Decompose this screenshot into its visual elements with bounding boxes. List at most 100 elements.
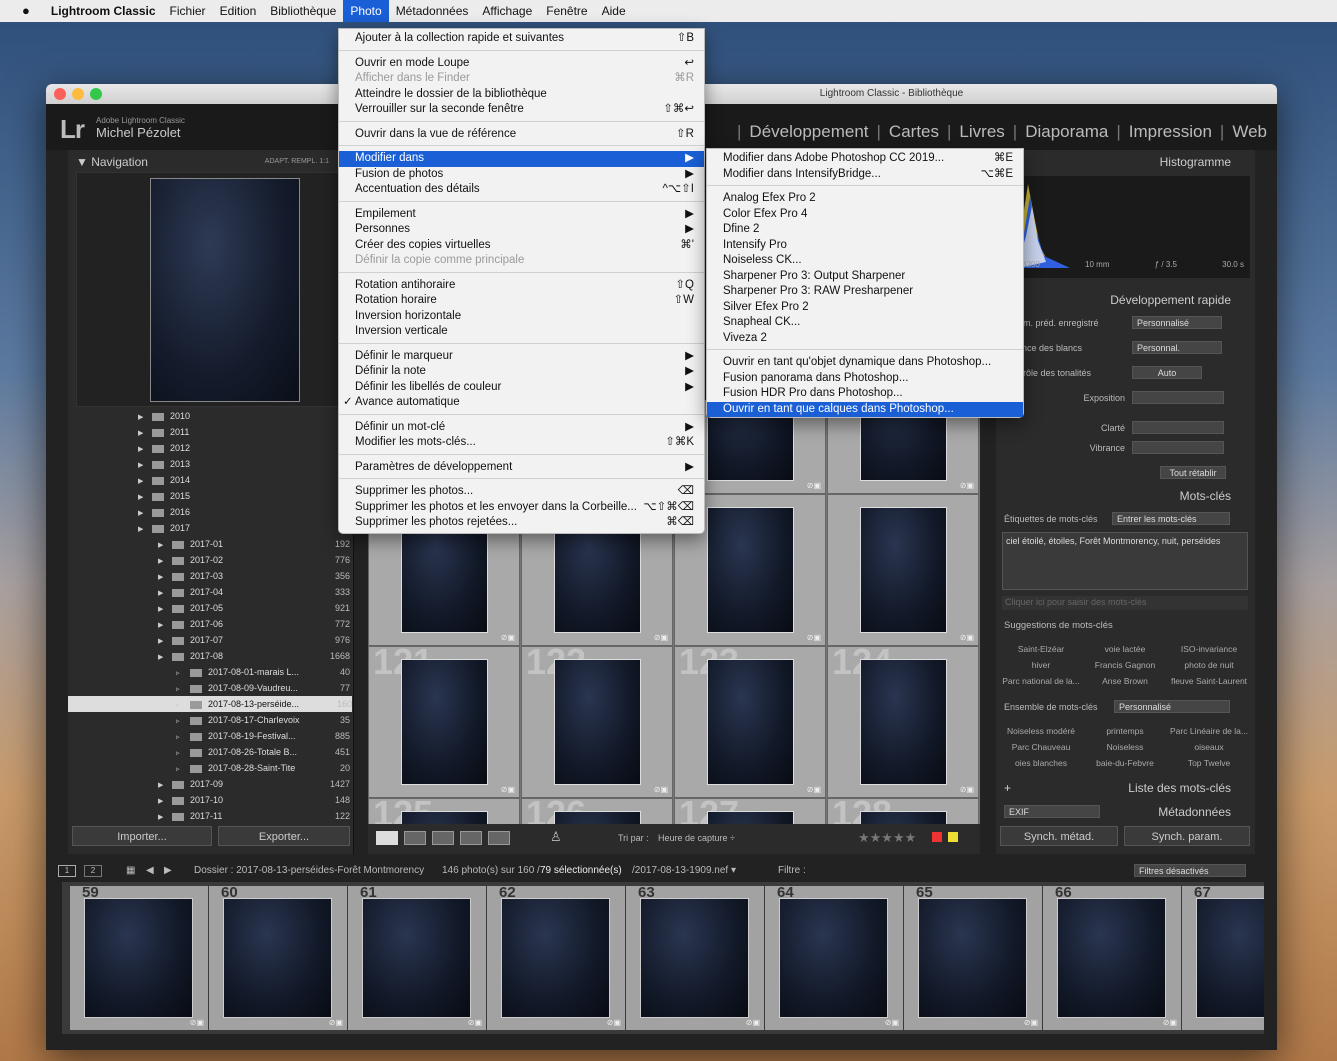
sync-settings-button[interactable]: Synch. param. xyxy=(1124,826,1250,846)
grid-view-icon[interactable] xyxy=(376,831,398,845)
menu-item-intensify-pro[interactable]: Intensify Pro xyxy=(707,238,1023,254)
menu-item-dfine-2[interactable]: Dfine 2 xyxy=(707,222,1023,238)
keyword-entry-input[interactable]: Cliquer ici pour saisir des mots-clés xyxy=(1002,596,1248,610)
folder-row[interactable]: ▶20177 xyxy=(138,520,350,536)
filmstrip-thumbnail[interactable] xyxy=(640,898,749,1018)
vibrance-stepper[interactable] xyxy=(1132,441,1224,454)
folder-row[interactable]: ▹ 2017-08-28-Saint-Tite 20 xyxy=(176,760,350,776)
menu-photo[interactable]: Photo xyxy=(343,0,389,22)
primary-display-button[interactable]: 1 xyxy=(58,865,76,877)
keyword-suggestion[interactable]: voie lactée xyxy=(1084,644,1166,654)
folder-path[interactable]: Dossier : 2017-08-13-perséides-Forêt Mon… xyxy=(194,861,424,881)
menu-item-rotation-horaire[interactable]: Rotation horaire ⇧W xyxy=(339,293,704,309)
menu-item-empilement[interactable]: Empilement ▶ xyxy=(339,207,704,223)
photo-thumbnail[interactable] xyxy=(401,659,488,785)
folder-row[interactable]: ▶ 2017-01 192 xyxy=(158,536,350,552)
menu-item-viveza-2[interactable]: Viveza 2 xyxy=(707,331,1023,347)
red-label-swatch[interactable] xyxy=(932,832,942,842)
menu-item-ouvrir-en-tant-qu-objet-dynamique-dans-photoshop[interactable]: Ouvrir en tant qu'objet dynamique dans P… xyxy=(707,355,1023,371)
folder-row[interactable]: ▶ 2017-08 1668 xyxy=(158,648,350,664)
rating-stars[interactable]: ★★★★★ xyxy=(858,830,916,846)
folder-row[interactable]: ▶ 2017-07 976 xyxy=(158,632,350,648)
auto-tone-button[interactable]: Auto xyxy=(1132,366,1202,379)
grid-cell[interactable]: 124⊘▣ xyxy=(827,646,979,798)
sync-metadata-button[interactable]: Synch. métad. xyxy=(1000,826,1118,846)
keyword-suggestion[interactable]: photo de nuit xyxy=(1168,660,1250,670)
keyword-suggestion[interactable]: ISO-invariance xyxy=(1168,644,1250,654)
menu-item-inversion-verticale[interactable]: Inversion verticale xyxy=(339,324,704,340)
filmstrip-cell[interactable]: 65 ⊘▣ xyxy=(904,884,1042,1030)
keyword-suggestion[interactable]: Anse Brown xyxy=(1084,676,1166,686)
keyword-suggestion[interactable]: Saint-Elzéar xyxy=(1000,644,1082,654)
grid-cell[interactable]: 123⊘▣ xyxy=(674,646,826,798)
module-develop[interactable]: Développement xyxy=(749,122,868,142)
apple-menu-icon[interactable]: ● xyxy=(0,0,44,22)
menu-item-accentuation-des-details[interactable]: Accentuation des détails ^⌥⇧I xyxy=(339,182,704,198)
menu-item-supprimer-les-photos-et-les-envoyer-dans-la-corbeille[interactable]: Supprimer les photos et les envoyer dans… xyxy=(339,500,704,516)
filmstrip-cell[interactable]: 63 ⊘▣ xyxy=(626,884,764,1030)
menu-item-sharpener-pro-3-raw-presharpener[interactable]: Sharpener Pro 3: RAW Presharpener xyxy=(707,284,1023,300)
keyword-set-item[interactable]: Parc Chauveau xyxy=(1000,742,1082,752)
sort-select[interactable]: Heure de capture ÷ xyxy=(658,833,735,843)
photo-thumbnail[interactable] xyxy=(860,507,947,633)
menu-item-modifier-dans-intensifybridge[interactable]: Modifier dans IntensifyBridge... ⌥⌘E xyxy=(707,167,1023,183)
app-menu[interactable]: Lightroom Classic xyxy=(44,0,163,22)
folder-row[interactable]: ▶ 2017-06 772 xyxy=(158,616,350,632)
zoom-window-button[interactable] xyxy=(90,88,102,100)
menu-item-modifier-les-mots-cles[interactable]: Modifier les mots-clés... ⇧⌘K xyxy=(339,435,704,451)
compare-view-icon[interactable] xyxy=(432,831,454,845)
menu-item-supprimer-les-photos[interactable]: Supprimer les photos... ⌫ xyxy=(339,484,704,500)
filmstrip-thumbnail[interactable] xyxy=(779,898,888,1018)
folder-row[interactable]: ▶20165 xyxy=(138,504,350,520)
photo-thumbnail[interactable] xyxy=(707,659,794,785)
import-button[interactable]: Importer... xyxy=(72,826,212,846)
folder-row[interactable]: ▹ 2017-08-19-Festival... 885 xyxy=(176,728,350,744)
keyword-set-item[interactable]: Noiseless modéré xyxy=(1000,726,1082,736)
module-map[interactable]: Cartes xyxy=(889,122,939,142)
menu-item-avance-automatique[interactable]: ✓ Avance automatique xyxy=(339,395,704,411)
close-window-button[interactable] xyxy=(54,88,66,100)
disclosure-triangle-icon[interactable]: ▶ xyxy=(158,810,172,826)
reset-all-button[interactable]: Tout rétablir xyxy=(1160,466,1226,479)
keywords-header[interactable]: Mots-clés xyxy=(996,486,1255,506)
folder-row[interactable]: ▶ 2017-05 921 xyxy=(158,600,350,616)
menu-item-ouvrir-en-mode-loupe[interactable]: Ouvrir en mode Loupe ↩ xyxy=(339,56,704,72)
keyword-set-item[interactable]: baie-du-Febvre xyxy=(1084,758,1166,768)
folder-row[interactable]: ▶ 2011 xyxy=(138,424,350,440)
filmstrip-cell[interactable]: 64 ⊘▣ xyxy=(765,884,903,1030)
menu-item-fusion-hdr-pro-dans-photoshop[interactable]: Fusion HDR Pro dans Photoshop... xyxy=(707,386,1023,402)
menu-item-creer-des-copies-virtuelles[interactable]: Créer des copies virtuelles ⌘' xyxy=(339,238,704,254)
menu-item-color-efex-pro-4[interactable]: Color Efex Pro 4 xyxy=(707,207,1023,223)
menu-item-definir-le-marqueur[interactable]: Définir le marqueur ▶ xyxy=(339,349,704,365)
menu-item-analog-efex-pro-2[interactable]: Analog Efex Pro 2 xyxy=(707,191,1023,207)
keyword-set-item[interactable]: Noiseless xyxy=(1084,742,1166,752)
loupe-view-icon[interactable] xyxy=(404,831,426,845)
keyword-set-item[interactable]: oiseaux xyxy=(1168,742,1250,752)
keyword-list-header[interactable]: + Liste des mots-clés xyxy=(996,778,1255,798)
keyword-tags-field[interactable]: ciel étoilé, étoiles, Forêt Montmorency,… xyxy=(1002,532,1248,590)
quick-develop-header[interactable]: Développement rapide xyxy=(996,290,1255,310)
clarity-stepper[interactable] xyxy=(1132,421,1224,434)
folder-row[interactable]: ▶20141 xyxy=(138,472,350,488)
keyword-set-item[interactable]: Parc Linéaire de la... xyxy=(1168,726,1250,736)
menu-item-definir-les-libelles-de-couleur[interactable]: Définir les libellés de couleur ▶ xyxy=(339,380,704,396)
keyword-set-item[interactable]: oies blanches xyxy=(1000,758,1082,768)
keyword-suggestion[interactable]: hiver xyxy=(1000,660,1082,670)
folder-row[interactable]: ▶ 2017-11 122 xyxy=(158,808,350,824)
folder-row[interactable]: ▶ 2017-03 356 xyxy=(158,568,350,584)
filmstrip-thumbnail[interactable] xyxy=(501,898,610,1018)
menu-fichier[interactable]: Fichier xyxy=(163,0,213,22)
minimize-window-button[interactable] xyxy=(72,88,84,100)
folder-row[interactable]: ▶ 2017-02 776 xyxy=(158,552,350,568)
menu-item-fusion-de-photos[interactable]: Fusion de photos ▶ xyxy=(339,167,704,183)
keyword-set-item[interactable]: printemps xyxy=(1084,726,1166,736)
module-print[interactable]: Impression xyxy=(1129,122,1212,142)
filmstrip-thumbnail[interactable] xyxy=(1057,898,1166,1018)
metadata-header[interactable]: EXIF Métadonnées xyxy=(996,802,1255,822)
forward-arrow-icon[interactable]: ▶ xyxy=(164,861,172,881)
filmstrip-cell[interactable]: 62 ⊘▣ xyxy=(487,884,625,1030)
survey-view-icon[interactable] xyxy=(460,831,482,845)
module-web[interactable]: Web xyxy=(1232,122,1267,142)
grid-cell[interactable]: ⊘▣ xyxy=(827,494,979,646)
menu-item-verrouiller-sur-la-seconde-fenetre[interactable]: Verrouiller sur la seconde fenêtre ⇧⌘↩ xyxy=(339,102,704,118)
